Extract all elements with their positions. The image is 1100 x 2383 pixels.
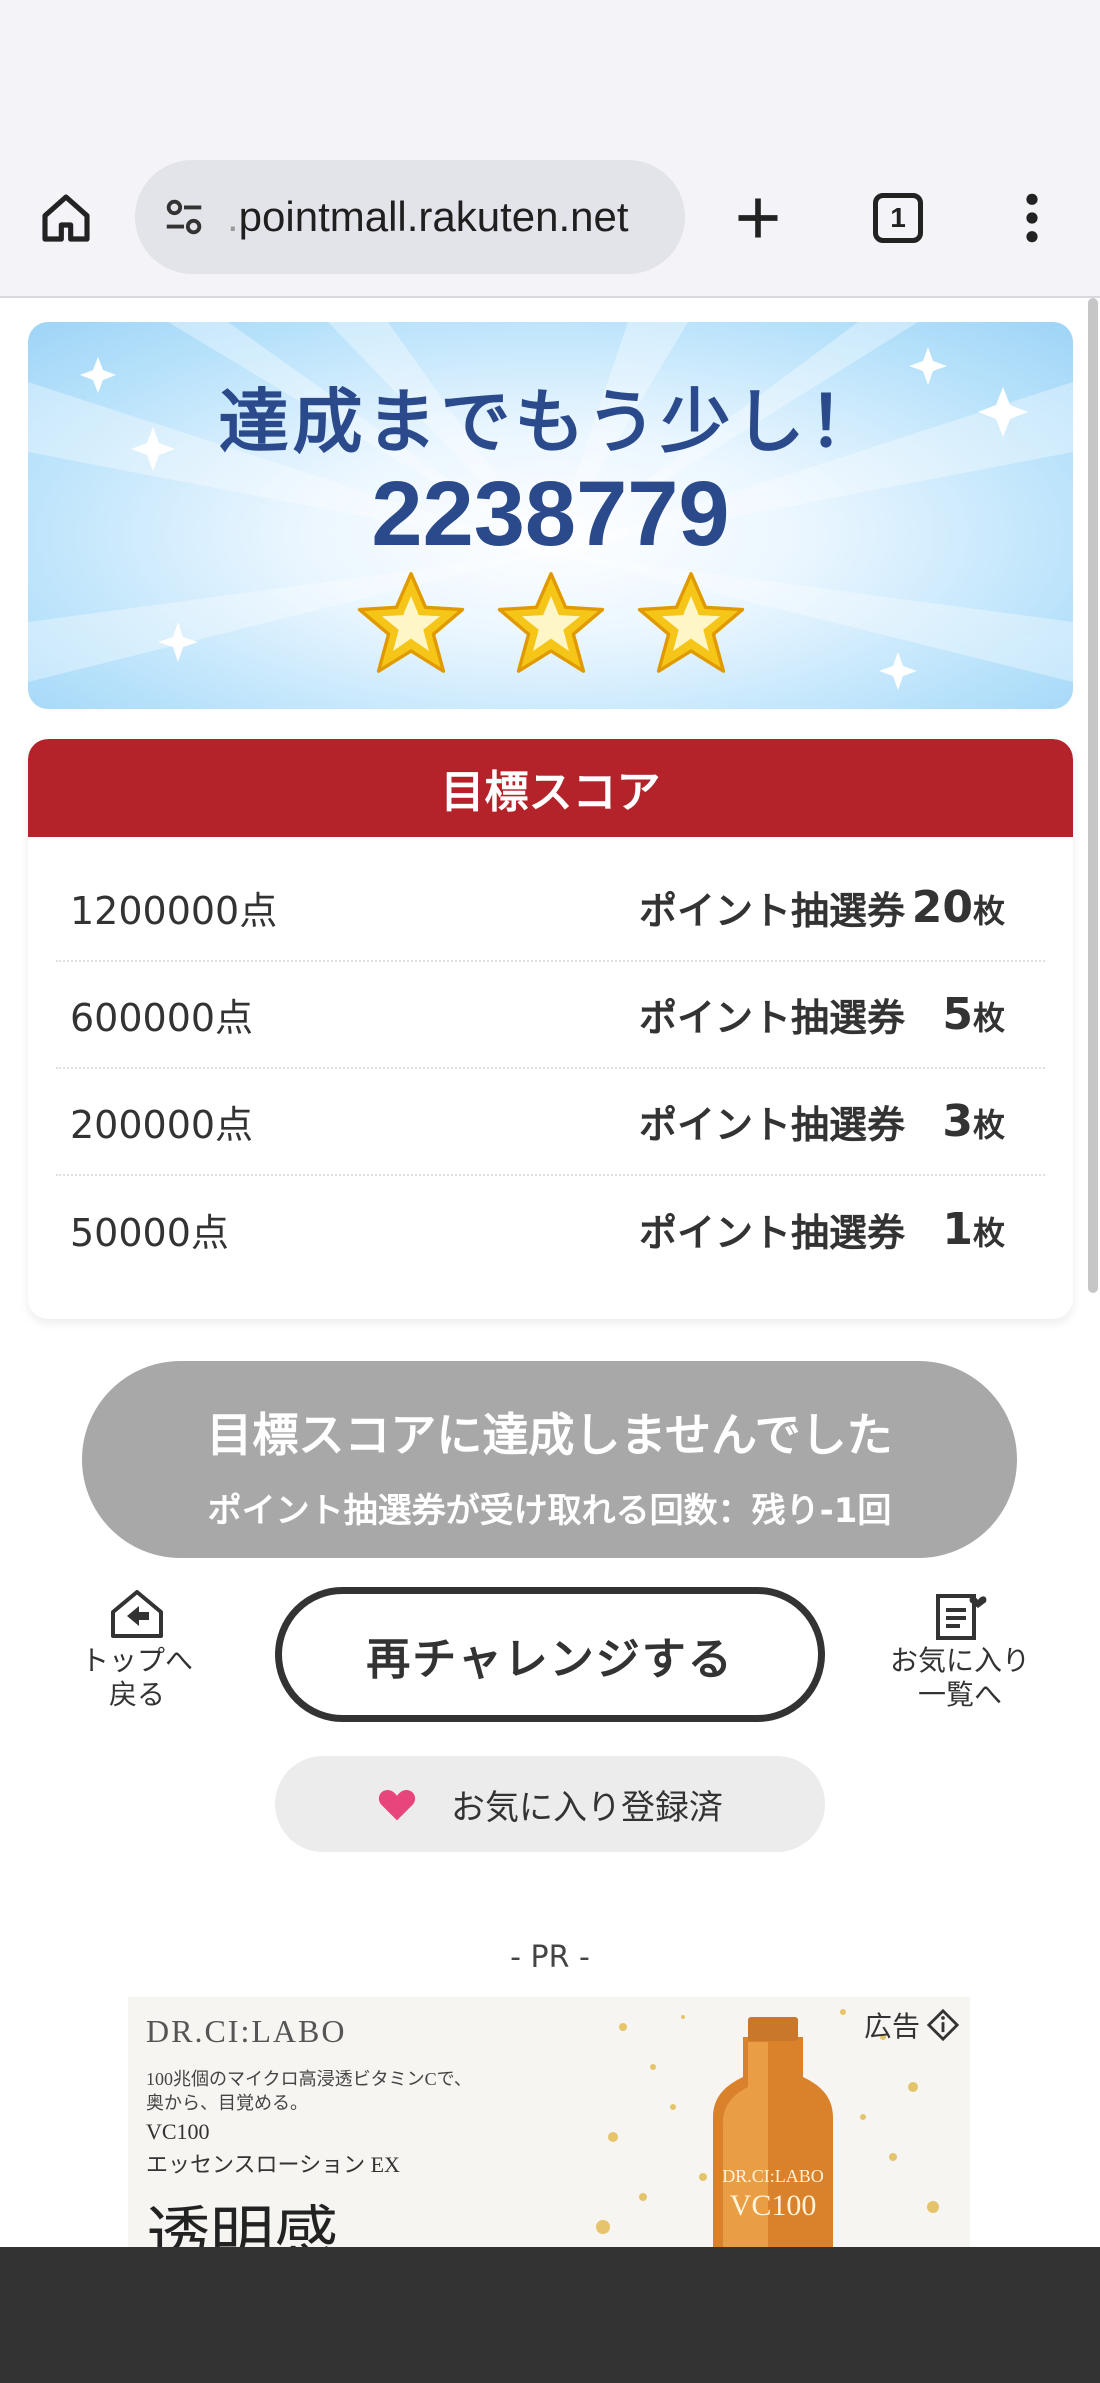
home-icon bbox=[42, 194, 90, 242]
favorites-list-label-2: 一覧へ bbox=[917, 1678, 1002, 1711]
favorite-registered-button[interactable]: お気に入り登録済 bbox=[275, 1756, 825, 1852]
favorites-list-link[interactable]: お気に入り 一覧へ bbox=[885, 1588, 1035, 1712]
tab-count: 1 bbox=[873, 193, 923, 243]
home-back-icon bbox=[111, 1590, 163, 1638]
address-bar[interactable]: .pointmall.rakuten.net bbox=[135, 160, 685, 274]
new-tab-button[interactable] bbox=[720, 180, 796, 256]
final-score: 2238779 bbox=[371, 463, 730, 565]
ad-description-line-1: 100兆個のマイクロ高浸透ビタミンCで、 bbox=[146, 2069, 472, 2089]
home-button[interactable] bbox=[30, 182, 102, 254]
goal-threshold: 600000点 bbox=[70, 996, 254, 1040]
system-navigation-bar bbox=[0, 2247, 1100, 2383]
goal-row: 50000点 ポイント抽選券 1枚 bbox=[56, 1176, 1045, 1283]
url-host: pointmall.rakuten.net bbox=[238, 193, 629, 240]
ad-description: 100兆個のマイクロ高浸透ビタミンCで、 奥から、目覚める。 bbox=[146, 2067, 472, 2115]
back-to-top-label-1: トップへ bbox=[80, 1644, 193, 1677]
ad-badge[interactable]: 広告 bbox=[864, 2005, 960, 2045]
site-settings-icon[interactable] bbox=[161, 194, 207, 240]
advertisement-banner[interactable]: DR.CI:LABO 100兆個のマイクロ高浸透ビタミンCで、 奥から、目覚める… bbox=[128, 1997, 970, 2247]
page-scrollbar[interactable] bbox=[1088, 298, 1098, 1293]
goal-row: 600000点 ポイント抽選券 5枚 bbox=[56, 962, 1045, 1069]
goal-threshold: 200000点 bbox=[70, 1103, 254, 1147]
ticket-number: 20 bbox=[911, 882, 973, 933]
browser-toolbar: .pointmall.rakuten.net 1 bbox=[0, 150, 1100, 298]
plus-icon bbox=[738, 198, 778, 238]
more-vert-icon bbox=[1026, 193, 1038, 243]
ad-headline: 透明感 bbox=[146, 2201, 338, 2247]
info-icon bbox=[926, 2008, 960, 2042]
result-title: 達成までもう少し！ bbox=[218, 381, 883, 463]
ticket-number: 5 bbox=[942, 989, 973, 1040]
goal-score-header: 目標スコア bbox=[28, 739, 1073, 837]
goal-ticket-count: 5枚 bbox=[942, 989, 1005, 1040]
favorite-status-label: お気に入り登録済 bbox=[451, 1787, 723, 1828]
star-icon bbox=[357, 572, 464, 673]
star-rating bbox=[28, 567, 1073, 679]
bottle-brand-text: DR.CI:LABO bbox=[722, 2166, 824, 2186]
goal-reward: ポイント抽選券 bbox=[639, 1211, 906, 1255]
ad-brand: DR.CI:LABO bbox=[146, 2013, 347, 2049]
ticket-unit: 枚 bbox=[972, 1106, 1005, 1144]
goal-reward: ポイント抽選券 bbox=[639, 889, 906, 933]
ad-badge-label: 広告 bbox=[863, 2010, 920, 2043]
url-prefix: . bbox=[227, 193, 239, 240]
pr-label: - PR - bbox=[510, 1940, 590, 1975]
more-menu-button[interactable] bbox=[1000, 180, 1064, 256]
result-status-message: 目標スコアに達成しませんでした bbox=[206, 1408, 893, 1462]
tab-switcher-button[interactable]: 1 bbox=[860, 180, 936, 256]
star-icon bbox=[497, 572, 604, 673]
ad-description-line-2: 奥から、目覚める。 bbox=[146, 2093, 308, 2113]
bottle-label-text: VC100 bbox=[730, 2189, 817, 2222]
star-icon bbox=[637, 572, 744, 673]
back-to-top-link[interactable]: トップへ 戻る bbox=[62, 1588, 212, 1712]
goal-reward: ポイント抽選券 bbox=[639, 1103, 906, 1147]
ad-product-name: VC100 bbox=[146, 2119, 210, 2144]
ticket-number: 3 bbox=[942, 1096, 973, 1147]
back-to-top-label-2: 戻る bbox=[108, 1678, 165, 1711]
ticket-unit: 枚 bbox=[972, 892, 1005, 930]
goal-score-card: 目標スコア 1200000点 ポイント抽選券 20枚 600000点 ポイント抽… bbox=[28, 739, 1073, 1319]
favorites-list-icon bbox=[936, 1594, 987, 1640]
goal-ticket-count: 20枚 bbox=[912, 882, 1005, 933]
goal-threshold: 1200000点 bbox=[70, 889, 278, 933]
ticket-unit: 枚 bbox=[972, 999, 1005, 1037]
result-status-pill: 目標スコアに達成しませんでした ポイント抽選券が受け取れる回数：残り-1回 bbox=[82, 1361, 1017, 1558]
url-text: .pointmall.rakuten.net bbox=[227, 193, 629, 241]
favorites-list-label-1: お気に入り bbox=[889, 1644, 1030, 1677]
ad-product-subname: エッセンスローション EX bbox=[146, 2152, 400, 2177]
goal-row: 200000点 ポイント抽選券 3枚 bbox=[56, 1069, 1045, 1176]
status-bar-area bbox=[0, 0, 1100, 150]
goal-list: 1200000点 ポイント抽選券 20枚 600000点 ポイント抽選券 5枚 … bbox=[28, 837, 1073, 1283]
goal-row: 1200000点 ポイント抽選券 20枚 bbox=[56, 855, 1045, 962]
retry-button[interactable]: 再チャレンジする bbox=[275, 1587, 825, 1722]
heart-icon bbox=[378, 1790, 416, 1821]
goal-reward: ポイント抽選券 bbox=[639, 996, 906, 1040]
goal-threshold: 50000点 bbox=[70, 1211, 229, 1255]
remaining-tickets-message: ポイント抽選券が受け取れる回数：残り-1回 bbox=[207, 1491, 892, 1531]
result-banner: 達成までもう少し！ 2238779 bbox=[28, 322, 1073, 709]
ticket-unit: 枚 bbox=[972, 1214, 1005, 1252]
goal-ticket-count: 1枚 bbox=[942, 1204, 1005, 1255]
ticket-number: 1 bbox=[942, 1204, 973, 1255]
goal-ticket-count: 3枚 bbox=[942, 1096, 1005, 1147]
